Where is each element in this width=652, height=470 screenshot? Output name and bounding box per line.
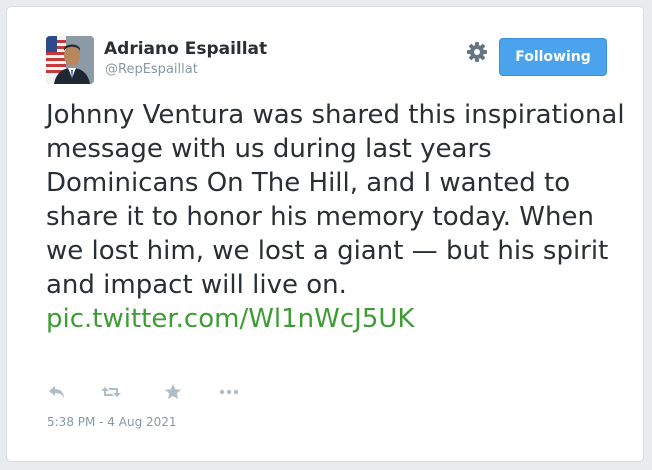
tweet-timestamp[interactable]: 5:38 PM - 4 Aug 2021 <box>47 415 177 429</box>
user-handle[interactable]: @RepEspaillat <box>105 62 198 77</box>
tweet-body: Johnny Ventura was shared this inspirati… <box>46 100 625 300</box>
following-button[interactable]: Following <box>499 38 607 76</box>
more-icon[interactable] <box>218 382 240 402</box>
avatar[interactable] <box>46 36 94 84</box>
tweet-text: Johnny Ventura was shared this inspirati… <box>46 98 626 336</box>
tweet-card: Adriano Espaillat @RepEspaillat Followin… <box>6 6 644 462</box>
profile-photo <box>46 36 94 84</box>
gear-icon[interactable] <box>466 41 488 63</box>
user-name[interactable]: Adriano Espaillat <box>104 39 267 59</box>
tweet-media-link[interactable]: pic.twitter.com/Wl1nWcJ5UK <box>46 304 414 334</box>
retweet-icon[interactable] <box>100 382 122 402</box>
reply-icon[interactable] <box>46 382 68 402</box>
favorite-star-icon[interactable] <box>162 382 184 402</box>
